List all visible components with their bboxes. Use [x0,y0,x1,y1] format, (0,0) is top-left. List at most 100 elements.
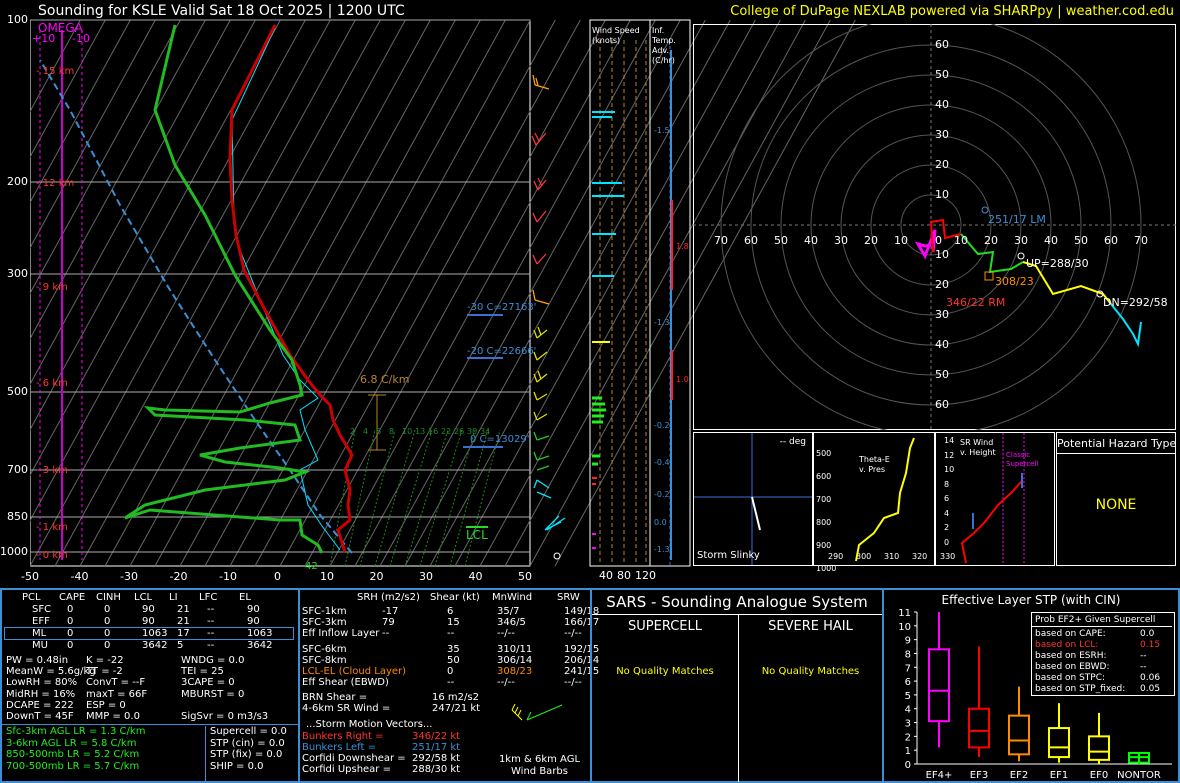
parcel-cell: 5 [177,640,184,651]
parcel-cell: MU [32,640,48,651]
isotherm-line [254,19,556,567]
inf-temp-title: Inf. Temp. Adv. (C/hr) [652,26,676,65]
hodo-ring-label: 10 [935,188,949,201]
mean-wind-label: 308/23 [995,275,1034,288]
inf-temp-value: -0.4 [654,458,670,467]
stp-legend-value: -- [1140,651,1147,661]
wind-speed-title: Wind Speed (knots) [592,26,640,45]
parcel-header: LCL [134,592,153,603]
isotherm-line [404,19,706,567]
hodo-ring-label: 30 [935,128,949,141]
height-label: - 12 km [36,178,75,189]
mixing-ratio-label: 10 [402,427,413,436]
parcel-header: LI [169,592,178,603]
stp-category-label: EF1 [1050,770,1068,781]
parcel-header: EL [239,592,251,603]
theta-e-xlabel: 290 [828,552,844,561]
wind-speed-tick: 40 [599,569,613,582]
inf-temp-value: 0.0 [654,518,667,527]
parcel-cell: 0 [67,604,74,615]
stp-legend-label: based on ESRH: [1035,651,1107,661]
parcel-header: LFC [199,592,218,603]
theta-e-ylabel: 700 [816,495,832,504]
stp-ytick: 9 [905,636,911,647]
hazard-panel: Potential Hazard Type NONE [1056,432,1176,566]
inf-temp-value: -1.3 [654,318,670,327]
composite-value: STP (cin) = 0.0 [210,737,285,749]
height-label: - 1 km [36,522,68,533]
storm-motion-label: Corfidi Upshear = [302,764,391,775]
index-value: DownT = 45F [6,711,74,722]
omega-tick: +10 [32,32,56,45]
parcel-cell: 0 [104,604,111,615]
stp-legend-value: 0.05 [1140,684,1161,694]
stp-legend-value: 0.0 [1140,629,1155,639]
mixing-ratio-label: 8 [389,427,395,436]
sr-wind-label: 4-6km SR Wind = [302,703,391,714]
inf-temp-value: -1.3 [654,545,670,554]
theta-e-panel: Theta-E v. Pres 500 600 700 800 900 1000 290 3… [813,432,955,573]
srwind-ylabel: 14 [944,436,955,445]
stp-category-label: EF3 [970,770,988,781]
hodo-ring-label: 10 [935,248,949,261]
lapse-rate-value: 700-500mb LR = 5.7 C/km [6,760,140,772]
stp-category-label: EF0 [1090,770,1108,781]
stp-legend-label: based on CAPE: [1035,629,1106,639]
inf-temp-bar-label: 1.0 [676,375,689,384]
parcel-cell: 0 [67,640,74,651]
right-mover-label: 346/22 RM [946,296,1006,309]
downshear-label: DN=292/58 [1103,296,1168,309]
sars-supercell-result: No Quality Matches [616,666,714,677]
stp-legend-label: based on LCL: [1035,640,1099,650]
height-label: - 15 km [36,66,75,77]
index-value: TEI = 25 [181,666,224,678]
hodo-ring-label: 20 [864,234,878,247]
parcel-cell: 1063 [142,628,168,639]
srwind-ylabel: 8 [944,479,950,489]
srwind-title: SR Wind v. Height [960,438,996,457]
divider [1032,626,1172,627]
theta-e-xlabel: 310 [884,552,900,561]
storm-motion-title: ...Storm Motion Vectors... [306,719,433,730]
divider [205,726,206,782]
srwind-panel: SR Wind v. Height Classic Supercell 14 12… [935,432,1055,566]
hodo-ring-label: 10 [894,234,908,247]
hodo-ring-label: 40 [935,338,949,351]
divider [298,590,300,782]
stp-ytick: 6 [905,677,911,688]
isotherm-line [79,19,381,567]
parcel-cell: 90 [247,604,260,615]
agl-wind-barbs [511,703,563,721]
divider [2,724,298,725]
hazard-divider [1057,437,1175,454]
srwind-ylabel: 12 [944,450,955,460]
srwind-classic: Classic Supercell [1006,451,1039,468]
barb-6km [526,704,563,721]
omega-tick: -10 [72,32,90,45]
kinematics-header: MnWind [492,592,533,603]
hodo-ring-label: 50 [1074,234,1088,247]
stp-box [968,707,990,749]
height-label: - 0 km [36,550,68,561]
index-value: DCAPE = 222 [6,699,74,711]
lapse-rate-label: 6.8 C/km [360,373,410,386]
stp-ytick: 5 [905,691,911,702]
parcel-cell: 21 [177,604,190,615]
kinematics-header: Shear (kt) [430,592,480,603]
isotherm-line [154,19,456,567]
barb-1km [511,703,523,721]
hodo-ring-label: 60 [935,38,949,51]
parcel-header: PCL [22,592,41,603]
parcel-cell: 90 [142,604,155,615]
parcel-cell: -- [207,628,215,639]
isotherm-line [354,19,656,567]
lapse-rate-value: 850-500mb LR = 5.2 C/km [6,749,140,760]
inf-temp-value: -0.2 [654,421,670,430]
pressure-label: 700 [7,463,28,476]
mixing-ratio-label: 4 [363,427,369,436]
temp-label: -10 [219,570,237,583]
index-value: MidRH = 16% [6,688,76,700]
wind-speed-tick: 80 [617,569,631,582]
divider [298,688,590,689]
stp-ytick: 1 [905,746,911,757]
